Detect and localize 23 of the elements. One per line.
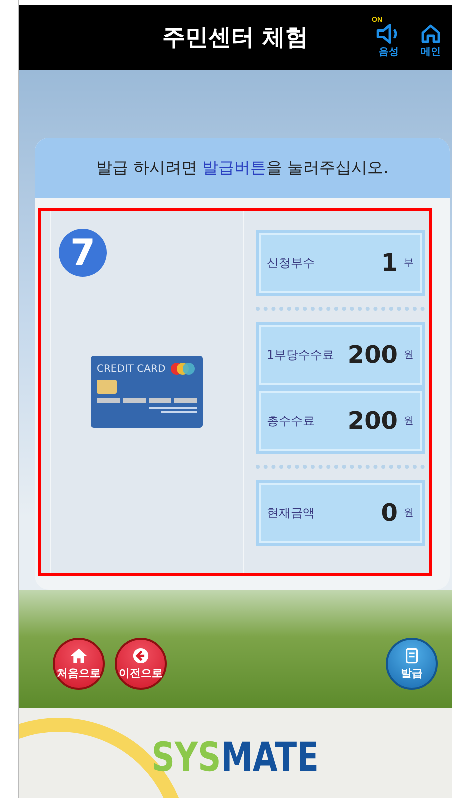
main-button[interactable]: 메인 — [414, 16, 448, 59]
field-value: 200 — [348, 407, 398, 436]
page-title: 주민센터 체험 — [161, 24, 310, 54]
field-label: 현재금액 — [267, 504, 316, 522]
field-label: 1부당수수료 — [267, 346, 336, 364]
unit-label: 원 — [404, 349, 414, 362]
unit-label: 부 — [404, 257, 414, 270]
field-value: 0 — [381, 499, 398, 528]
brand-logo: SYSMATE — [152, 735, 320, 782]
unit-label: 원 — [404, 415, 414, 428]
unit-label: 원 — [404, 507, 414, 520]
field-label: 총수수료 — [267, 412, 316, 430]
step-badge: 7 — [59, 229, 107, 278]
nav-button[interactable]: 이전으로 — [115, 638, 167, 690]
document-icon — [403, 648, 421, 664]
credit-card-drawing: CREDIT CARD — [91, 356, 203, 428]
field-value: 1 — [381, 249, 398, 278]
field-label: 신청부수 — [267, 254, 316, 272]
home-icon — [70, 648, 88, 664]
nav-button[interactable]: 처음으로 — [53, 638, 105, 690]
instruction-text: 발급 하시려면 발급버튼을 눌러주십시오. — [96, 158, 389, 179]
field-value: 200 — [348, 341, 398, 370]
issue-button[interactable]: 발급 — [386, 638, 438, 690]
